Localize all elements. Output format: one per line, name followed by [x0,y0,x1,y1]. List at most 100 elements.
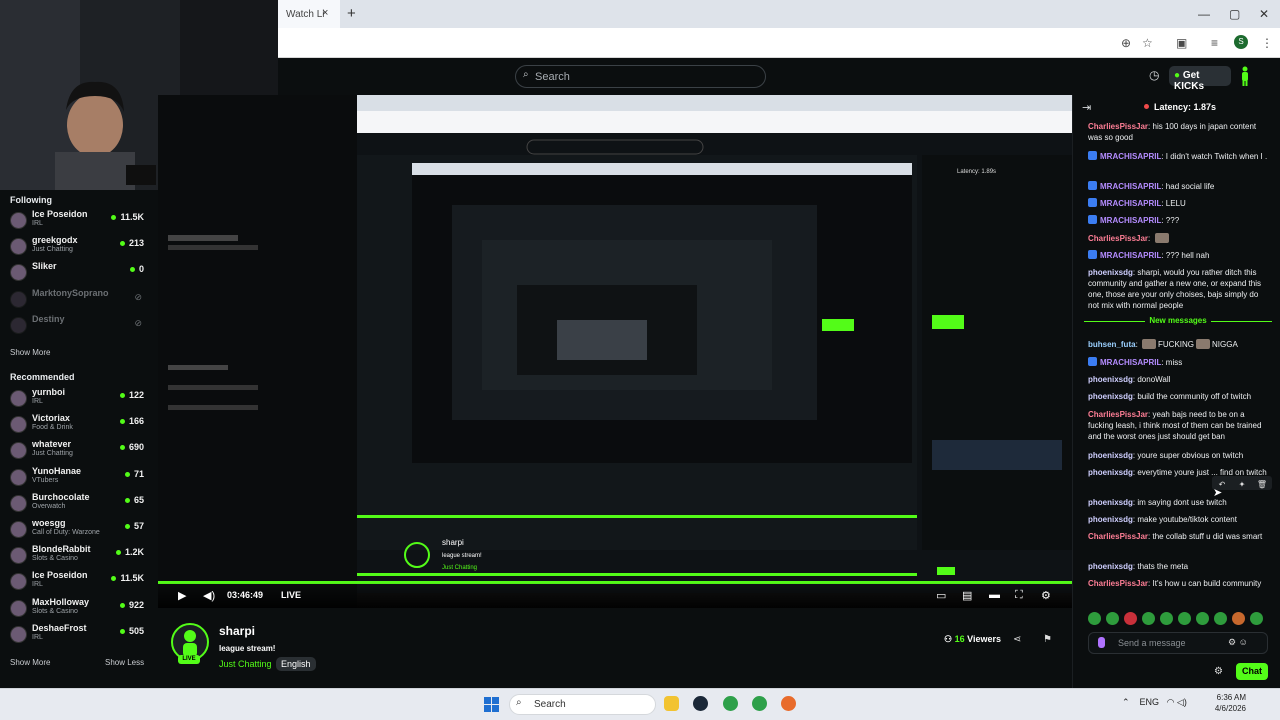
channel-item[interactable]: Sliker 0 [10,261,150,285]
channel-item[interactable]: whatever Just Chatting 690 [10,439,150,463]
star-icon[interactable]: ☆ [1142,36,1153,50]
chat-username[interactable]: buhsen_futa [1088,340,1136,349]
channel-item[interactable]: Burchocolate Overwatch 65 [10,492,150,516]
file-explorer-icon[interactable] [664,696,679,711]
profile-avatar[interactable]: S [1234,35,1248,49]
chat-message[interactable]: phoenixsdg: thats the meta [1088,561,1268,572]
menu-icon[interactable]: ⋮ [1261,36,1273,50]
tab-close-icon[interactable]: × [322,7,328,19]
emote-icon[interactable] [1196,612,1209,625]
chat-message[interactable]: MRACHISAPRIL: LELU [1088,198,1268,209]
chat-username[interactable]: MRACHISAPRIL [1100,152,1161,161]
chat-username[interactable]: MRACHISAPRIL [1100,182,1161,191]
chat-username[interactable]: phoenixsdg [1088,392,1133,401]
chat-message[interactable]: CharliesPissJar: yeah bajs need to be on… [1088,409,1268,442]
user-avatar-figure-icon[interactable] [1240,66,1250,86]
extensions-icon[interactable]: ▣ [1176,36,1187,50]
emote-icon[interactable] [1178,612,1191,625]
chat-message[interactable]: MRACHISAPRIL: ??? [1088,215,1268,226]
emote-icon[interactable] [1232,612,1245,625]
close-window-button[interactable]: ✕ [1259,7,1269,21]
delete-icon[interactable]: 🗑 [1252,478,1272,492]
captions-icon[interactable]: ▬ [989,589,1000,601]
new-tab-button[interactable]: + [347,5,356,22]
chat-username[interactable]: CharliesPissJar [1088,410,1148,419]
chat-message[interactable]: CharliesPissJar: It's how u can build co… [1088,578,1268,589]
chat-username[interactable]: phoenixsdg [1088,468,1133,477]
pip-icon[interactable]: ▭ [936,589,946,602]
emote-icon[interactable] [1250,612,1263,625]
share-icon[interactable]: ⋖ [1013,634,1021,645]
chat-username[interactable]: phoenixsdg [1088,498,1133,507]
taskbar-clock[interactable]: 6:36 AM 4/6/2026 [1206,692,1246,714]
emote-icon[interactable] [1160,612,1173,625]
channel-item[interactable]: Ice Poseidon IRL 11.5K [10,570,150,594]
emote-icon[interactable] [1214,612,1227,625]
collapse-chat-icon[interactable]: ⇥ [1082,101,1091,114]
chat-username[interactable]: CharliesPissJar [1088,122,1148,131]
system-tray[interactable]: ⌃ ENG ◠ ◁) [1122,697,1187,708]
chat-message[interactable]: buhsen_futa: FUCKING NIGGA [1088,339,1268,350]
video-player[interactable]: Latency: 1.89s sharpi league stream! Jus… [158,95,1072,608]
chat-message[interactable]: MRACHISAPRIL: I didn't watch Twitch when… [1088,151,1268,162]
show-more-following[interactable]: Show More [10,348,50,357]
report-icon[interactable]: ⚑ [1043,634,1052,645]
windows-start-icon[interactable] [484,697,499,712]
emote-icon[interactable] [1088,612,1101,625]
chat-message[interactable]: phoenixsdg: donoWall [1088,374,1268,385]
fullscreen-icon[interactable]: ⛶ [1015,589,1023,602]
chat-message[interactable]: phoenixsdg: sharpi, would you rather dit… [1088,267,1268,311]
stream-language-tag[interactable]: English [276,657,316,671]
chrome-icon[interactable] [723,696,738,711]
channel-item[interactable]: Ice Poseidon IRL 11.5K [10,209,150,233]
channel-item[interactable]: Destiny ⊘ [10,314,150,338]
play-icon[interactable]: ▶ [178,589,186,602]
queue-icon[interactable]: ≡ [1211,36,1218,50]
chat-message[interactable]: CharliesPissJar: his 100 days in japan c… [1088,121,1268,143]
channel-item[interactable]: DeshaeFrost IRL 505 [10,623,150,647]
chat-message[interactable]: phoenixsdg: im saying dont use twitch [1088,497,1268,508]
chat-username[interactable]: CharliesPissJar [1088,532,1148,541]
chat-username[interactable]: MRACHISAPRIL [1100,251,1161,260]
browser-tab[interactable]: Watch Li [278,0,340,28]
channel-item[interactable]: MaxHolloway Slots & Casino 922 [10,597,150,621]
minimize-button[interactable]: — [1198,7,1210,21]
chat-username[interactable]: CharliesPissJar [1088,234,1148,243]
chat-message[interactable]: CharliesPissJar: the collab stuff u did … [1088,531,1268,542]
chat-message[interactable]: MRACHISAPRIL: had social life [1088,181,1268,192]
notification-icon[interactable]: ◷ [1149,68,1159,82]
show-less-recommended[interactable]: Show Less [105,658,144,667]
streamer-name[interactable]: sharpi [219,624,255,638]
channel-item[interactable]: MarktonySoprano ⊘ [10,288,150,312]
stream-category[interactable]: Just Chatting [219,659,272,669]
chat-message[interactable]: CharliesPissJar: [1088,233,1268,244]
volume-icon[interactable]: ◀) [203,589,215,602]
steam-icon[interactable] [693,696,708,711]
microphone-icon[interactable] [1098,637,1105,648]
chat-username[interactable]: CharliesPissJar [1088,579,1148,588]
channel-item[interactable]: woesgg Call of Duty: Warzone 57 [10,518,150,542]
channel-item[interactable]: Victoriax Food & Drink 166 [10,413,150,437]
channel-item[interactable]: yurnboi IRL 122 [10,387,150,411]
channel-item[interactable]: BlondeRabbit Slots & Casino 1.2K [10,544,150,568]
chat-message[interactable]: phoenixsdg: youre super obvious on twitc… [1088,450,1268,461]
chrome-active-icon[interactable] [752,696,767,711]
chat-message[interactable]: phoenixsdg: build the community off of t… [1088,391,1268,402]
get-kicks-button[interactable]: ● Get KICKs [1169,66,1231,92]
taskbar-search[interactable]: Search [509,694,656,715]
show-more-recommended[interactable]: Show More [10,658,50,667]
chat-username[interactable]: phoenixsdg [1088,515,1133,524]
chat-message[interactable]: MRACHISAPRIL: ??? hell nah [1088,250,1268,261]
chat-message[interactable]: phoenixsdg: make youtube/tiktok content [1088,514,1268,525]
maximize-button[interactable]: ▢ [1229,7,1240,21]
emote-icon[interactable] [1106,612,1119,625]
emoji-icon[interactable]: ⚙ ☺ [1228,637,1248,648]
send-chat-button[interactable]: Chat [1236,663,1268,680]
chat-username[interactable]: phoenixsdg [1088,562,1133,571]
chat-username[interactable]: MRACHISAPRIL [1100,358,1161,367]
settings-icon[interactable]: ⚙ [1041,589,1051,602]
emote-icon[interactable] [1142,612,1155,625]
zoom-icon[interactable]: ⊕ [1121,36,1131,50]
pin-icon[interactable]: ✦ [1232,478,1252,492]
firefox-icon[interactable] [781,696,796,711]
